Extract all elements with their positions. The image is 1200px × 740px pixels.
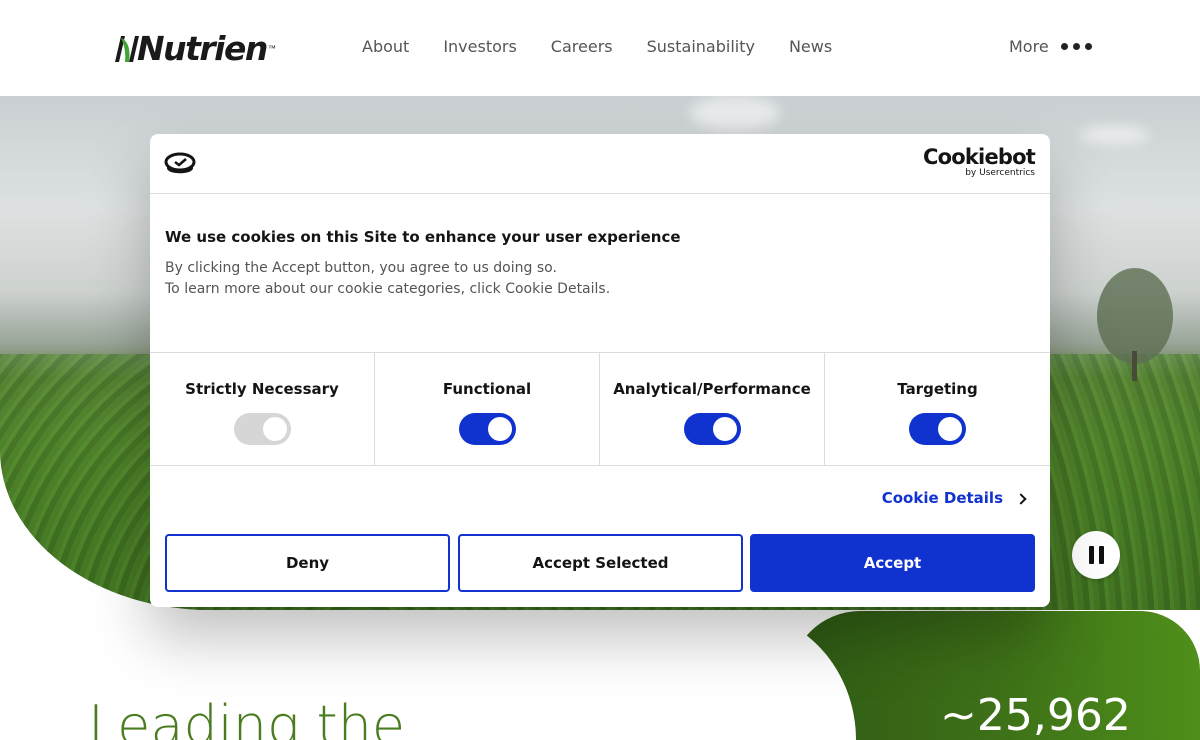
- nav-item-about[interactable]: About: [362, 37, 409, 56]
- more-menu-button[interactable]: More: [1009, 37, 1092, 56]
- nutrien-logo[interactable]: Nutrien ™: [113, 28, 276, 68]
- category-analytical-performance: Analytical/Performance: [600, 353, 825, 465]
- cookie-details-link[interactable]: Cookie Details: [881, 489, 1027, 507]
- dialog-text-line2: To learn more about our cookie categorie…: [165, 281, 611, 297]
- accept-button[interactable]: Accept: [750, 534, 1035, 592]
- category-functional: Functional: [375, 353, 600, 465]
- cookiebot-logo[interactable]: Cookiebot by Usercentrics: [923, 145, 1036, 179]
- page-headline: Leading the: [88, 694, 406, 740]
- category-label: Analytical/Performance: [613, 380, 811, 398]
- dialog-header: Cookiebot by Usercentrics: [150, 134, 1050, 194]
- site-header: Nutrien ™ About Investors Careers Sustai…: [0, 0, 1200, 96]
- nav-item-sustainability[interactable]: Sustainability: [647, 37, 755, 56]
- pause-icon: [1088, 546, 1094, 564]
- more-label: More: [1009, 37, 1049, 56]
- pause-video-button[interactable]: [1072, 531, 1120, 579]
- accept-selected-button[interactable]: Accept Selected: [458, 534, 743, 592]
- cookie-details-label: Cookie Details: [881, 489, 1003, 507]
- category-label: Strictly Necessary: [185, 380, 339, 398]
- category-label: Functional: [442, 380, 532, 398]
- logo-wordmark: Nutrien: [137, 28, 268, 68]
- cookie-categories: Strictly Necessary Functional Analytical…: [150, 352, 1050, 466]
- cloud-decoration: [1080, 126, 1150, 144]
- cookie-icon: [164, 152, 196, 174]
- more-dots-icon: [1060, 43, 1092, 50]
- category-targeting: Targeting: [825, 353, 1050, 465]
- logo-trademark: ™: [267, 43, 276, 53]
- strictly-necessary-toggle: [233, 413, 291, 445]
- main-nav: About Investors Careers Sustainability N…: [362, 37, 866, 56]
- chevron-right-icon: [1015, 492, 1027, 505]
- nav-item-news[interactable]: News: [789, 37, 832, 56]
- nav-item-investors[interactable]: Investors: [443, 37, 516, 56]
- dialog-body: We use cookies on this Site to enhance y…: [165, 228, 1025, 300]
- nav-item-careers[interactable]: Careers: [551, 37, 613, 56]
- targeting-toggle[interactable]: [909, 413, 966, 445]
- dialog-text-line1: By clicking the Accept button, you agree…: [165, 260, 557, 276]
- employee-stat: ~25,962: [940, 690, 1131, 740]
- cloud-decoration: [690, 96, 780, 130]
- nutrien-leaf-icon: [115, 36, 139, 62]
- tree-image: [1097, 268, 1173, 381]
- category-label: Targeting: [897, 380, 978, 398]
- functional-toggle[interactable]: [458, 413, 516, 445]
- dialog-title: We use cookies on this Site to enhance y…: [165, 228, 681, 246]
- analytical-performance-toggle[interactable]: [683, 413, 741, 445]
- cookiebot-subtitle: by Usercentrics: [965, 168, 1035, 178]
- category-strictly-necessary: Strictly Necessary: [150, 353, 375, 465]
- cookiebot-name: Cookiebot: [923, 145, 1036, 169]
- cookie-consent-dialog: Cookiebot by Usercentrics We use cookies…: [150, 134, 1050, 607]
- deny-button[interactable]: Deny: [165, 534, 450, 592]
